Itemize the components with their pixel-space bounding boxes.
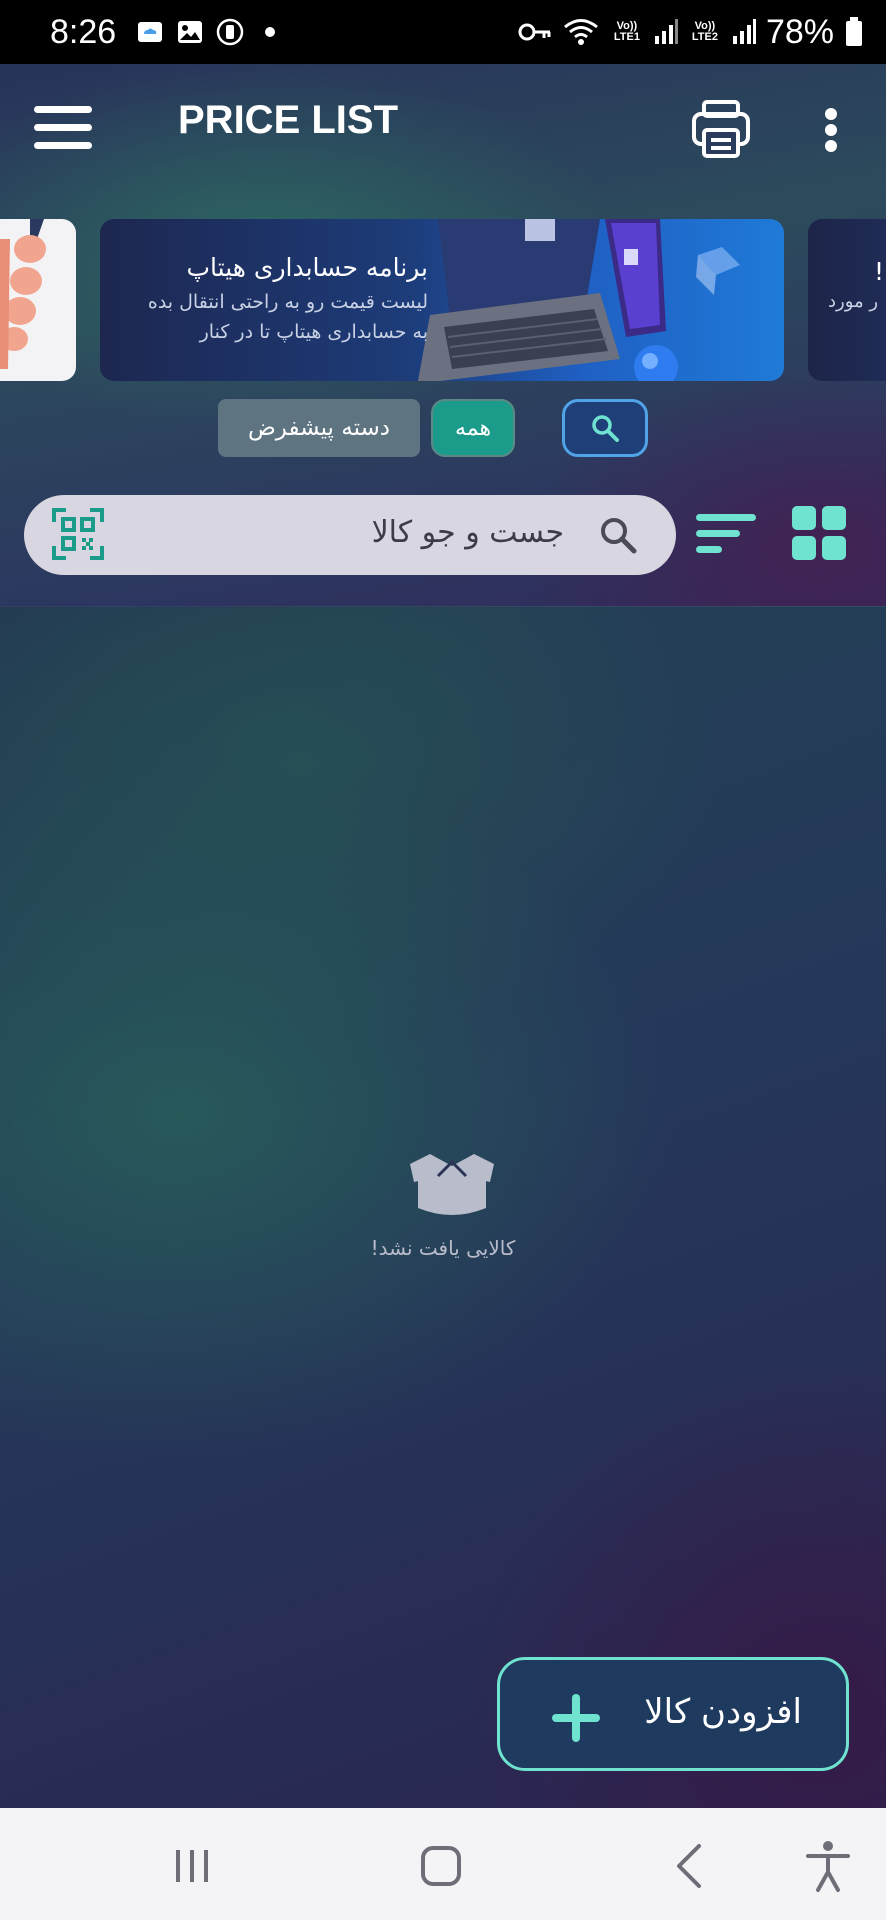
lte2-label: Vo)) LTE2	[691, 20, 718, 43]
next-card-title: !	[874, 257, 885, 286]
add-product-button[interactable]: افزودن کالا	[497, 1657, 849, 1771]
empty-state-message: کالایی یافت نشد!	[370, 1236, 516, 1260]
dot-icon	[265, 27, 276, 37]
lte1-label: Vo)) LTE1	[613, 20, 640, 43]
search-input[interactable]: جست و جو کالا	[24, 495, 676, 575]
banner-hitop[interactable]: برنامه حسابداری هیتاپ لیست قیمت رو به را…	[100, 219, 784, 381]
banner-line-2: به حسابداری هیتاپ تا در کنار	[199, 321, 428, 343]
status-bar: 8:26 Vo)) LTE1 Vo)) LTE2 78%	[0, 0, 886, 64]
accessibility-icon[interactable]	[800, 1838, 856, 1894]
signal-icon	[732, 19, 756, 44]
screen-record-icon	[216, 18, 244, 46]
banner-line-1: لیست قیمت رو به راحتی انتقال بده	[147, 291, 428, 313]
add-product-label: افزودن کالا	[644, 1692, 802, 1732]
recent-apps-icon[interactable]	[164, 1838, 220, 1894]
chip-default-category[interactable]: دسته پیشفرض	[218, 399, 420, 457]
status-time: 8:26	[50, 12, 117, 51]
menu-icon-bar	[34, 142, 92, 149]
menu-icon-bar	[34, 124, 92, 131]
vpn-key-icon	[518, 23, 551, 41]
more-dot	[825, 108, 837, 120]
more-dot	[825, 140, 837, 152]
signal-icon	[654, 19, 678, 44]
more-dot	[825, 124, 837, 136]
wifi-icon	[563, 19, 598, 45]
menu-button[interactable]	[30, 100, 96, 156]
battery-percent: 78%	[765, 12, 834, 51]
more-options-button[interactable]	[816, 104, 846, 156]
home-icon[interactable]	[413, 1838, 469, 1894]
system-nav-bar	[0, 1808, 886, 1920]
battery-icon	[846, 17, 862, 46]
notification-icons	[136, 18, 284, 46]
plus-icon	[552, 1694, 600, 1742]
sort-icon[interactable]	[694, 510, 758, 558]
next-card-sub: ر مورد	[828, 291, 879, 312]
chip-all[interactable]: همه	[431, 399, 515, 457]
search-placeholder: جست و جو کالا	[371, 515, 564, 550]
search-icon	[601, 518, 637, 554]
search-icon	[592, 415, 619, 442]
banner-card-next[interactable]: ! ر مورد	[808, 219, 886, 381]
page-title: PRICE LIST	[178, 98, 399, 142]
print-icon[interactable]	[690, 98, 752, 160]
banner-card-previous[interactable]	[0, 219, 76, 381]
empty-box-icon	[410, 1154, 494, 1215]
status-right: Vo)) LTE1 Vo)) LTE2 78%	[518, 0, 864, 64]
chip-search-button[interactable]	[562, 399, 648, 457]
hand-illustration	[0, 219, 46, 369]
gallery-icon	[178, 21, 203, 43]
back-icon[interactable]	[663, 1838, 719, 1894]
cloud-app-icon	[138, 22, 163, 42]
grid-view-icon[interactable]	[792, 506, 846, 560]
qr-scan-icon[interactable]	[52, 508, 104, 560]
menu-icon-bar	[34, 106, 92, 113]
banner-title: برنامه حسابداری هیتاپ	[186, 253, 428, 282]
